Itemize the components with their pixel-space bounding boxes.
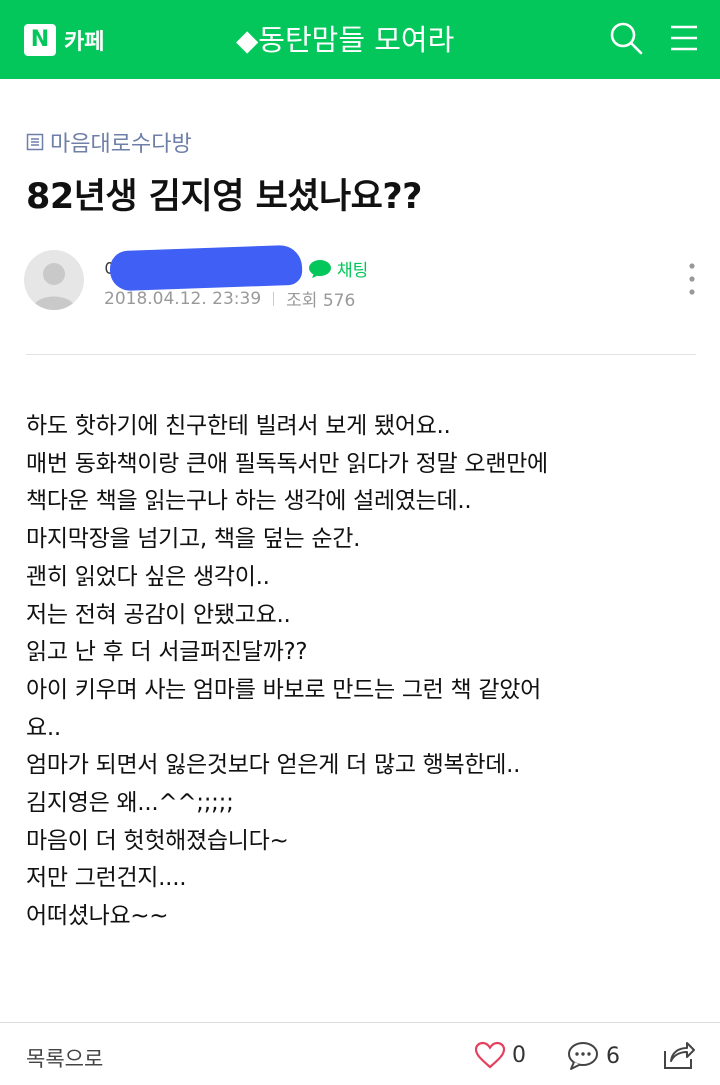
chat-label: 채팅 [337,261,369,281]
body-line: 책다운 책을 읽는구나 하는 생각에 설레였는데.. [26,488,472,515]
body-line: 하도 핫하기에 친구한테 빌려서 보게 됐어요.. [26,413,451,439]
body-line: 김지영은 왜...^^;;;;; [26,790,234,817]
like-count: 0 [512,1042,526,1068]
body-line: 읽고 난 후 더 서글퍼진달까?? [26,639,308,666]
bottom-action-bar: 목록으로 0 6 [0,1022,720,1085]
more-options-icon[interactable] [686,262,698,296]
body-line: 아이 키우며 사는 엄마를 바보로 만드는 그런 책 같았어 [26,676,542,703]
chat-icon [309,259,331,278]
comment-button[interactable]: 6 [566,1041,620,1071]
logo-text: 카페 [64,30,105,55]
share-icon[interactable] [662,1039,696,1071]
body-line: 요.. [26,714,61,741]
post-body: 하도 핫하기에 친구한테 빌려서 보게 됐어요.. 매번 동화책이랑 큰애 필독… [26,408,694,936]
chat-button[interactable]: 채팅 [308,256,368,281]
cafe-name[interactable]: ◆동탄맘들 모여라 [236,20,454,60]
board-list-icon [26,133,44,151]
header-divider [26,354,696,355]
comment-count: 6 [606,1043,620,1069]
comment-icon [568,1042,598,1070]
body-line: 괜히 읽었다 싶은 생각이.. [26,563,270,590]
back-to-list-button[interactable]: 목록으로 [26,1043,103,1073]
default-profile-icon [32,263,76,310]
body-line: 마지막장을 넘기고, 책을 덮는 순간. [26,526,361,553]
redaction-mark [109,244,303,292]
like-button[interactable]: 0 [474,1041,526,1069]
meta-divider [273,291,275,306]
board-name: 마음대로수다방 [50,132,192,157]
body-line: 저만 그런건지.... [26,865,187,892]
body-line: 매번 동화책이랑 큰애 필독독서만 읽다가 정말 오랜만에 [26,450,548,477]
view-count: 조회 576 [286,291,356,311]
author-avatar[interactable] [24,250,84,310]
top-navigation-bar: N 카페 ◆동탄맘들 모여라 [0,0,720,79]
body-line: 마음이 더 헛헛해졌습니다~ [26,827,289,854]
search-icon[interactable] [608,20,644,56]
body-line: 엄마가 되면서 잃은것보다 얻은게 더 많고 행복한데.. [26,752,521,779]
naver-cafe-logo[interactable]: N 카페 [24,24,104,56]
heart-icon [474,1041,506,1069]
post-meta: 2018.04.12. 23:39 조회 576 [104,286,356,312]
post-date: 2018.04.12. 23:39 [104,288,262,309]
post-title: 82년생 김지영 보셨나요?? [26,177,422,217]
body-line: 어떠셨나요~~ [26,903,169,930]
body-line: 저는 전혀 공감이 안됐고요.. [26,601,291,628]
naver-logo-icon: N [24,24,56,56]
menu-icon[interactable] [666,20,702,56]
board-link[interactable]: 마음대로수다방 [26,126,192,158]
